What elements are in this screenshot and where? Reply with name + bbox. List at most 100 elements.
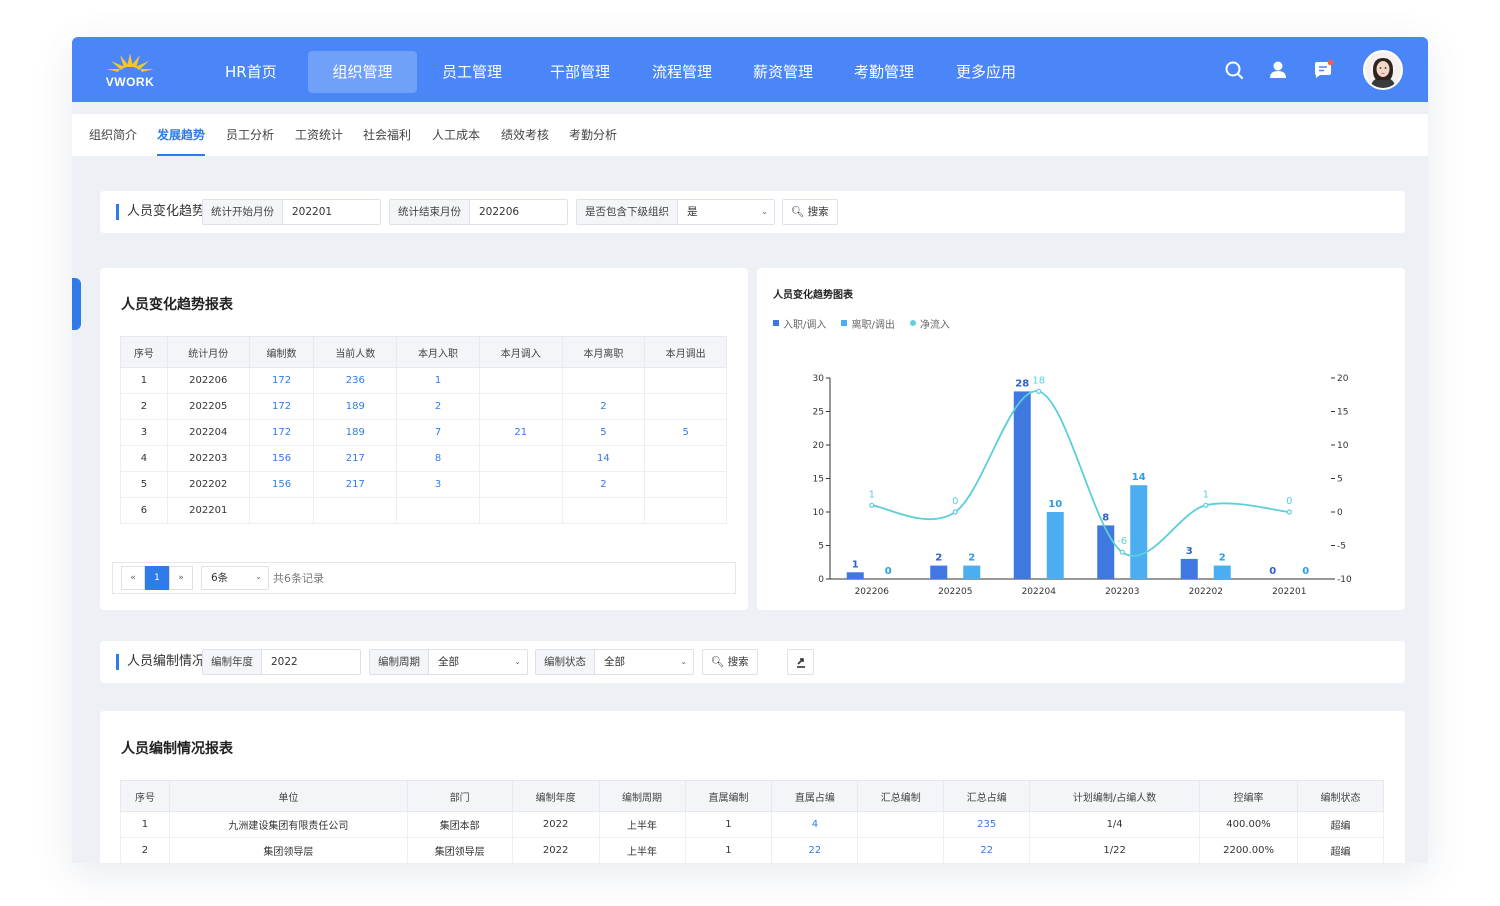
table-row[interactable]: 4 202203 156 217 8 14 bbox=[120, 445, 727, 472]
staffing-filter-bar: 人员编制情况 编制年度 2022 编制周期 全部 ⌄ 编制状态 全部 ⌄ 🔍︎ 搜索 bbox=[100, 641, 1405, 683]
table-cell[interactable]: 3 bbox=[396, 471, 480, 498]
subnav-item-labor-cost[interactable]: 人工成本 bbox=[432, 114, 480, 156]
staffing-status-select[interactable]: 编制状态 全部 ⌄ bbox=[535, 649, 694, 675]
nav-item-hr-home[interactable]: HR首页 bbox=[211, 51, 291, 93]
table-cell[interactable]: 2 bbox=[561, 471, 646, 498]
staffing-year-field[interactable]: 编制年度 2022 bbox=[202, 649, 361, 675]
bar-data-label: 28 bbox=[1015, 378, 1029, 389]
column-header: 编制状态 bbox=[1297, 780, 1384, 812]
user-icon[interactable] bbox=[1267, 59, 1289, 81]
table-cell[interactable]: 189 bbox=[313, 419, 398, 446]
include-sub-org-value[interactable]: 是 ⌄ bbox=[678, 200, 774, 224]
nav-item-org-management[interactable]: 组织管理 bbox=[308, 51, 417, 93]
table-cell[interactable]: 1 bbox=[396, 367, 480, 394]
start-month-value[interactable]: 202201 bbox=[283, 200, 380, 224]
staffing-report-table: 序号 单位 部门 编制年度 编制周期 直属编制 直属占编 汇总编制 汇总占编 计划编制/占编人数控… bbox=[120, 780, 1384, 863]
subnav-item-employee-analysis[interactable]: 员工分析 bbox=[226, 114, 274, 156]
table-cell[interactable]: 217 bbox=[313, 445, 398, 472]
subnav-item-org-intro[interactable]: 组织简介 bbox=[89, 114, 137, 156]
chevron-down-icon: ⌄ bbox=[680, 657, 687, 666]
table-cell[interactable]: 5 bbox=[561, 419, 646, 446]
table-cell: 1 bbox=[684, 811, 773, 838]
table-cell[interactable]: 156 bbox=[248, 445, 315, 472]
table-cell bbox=[644, 445, 727, 472]
pager-page-1[interactable]: 1 bbox=[145, 566, 169, 590]
table-cell[interactable]: 172 bbox=[248, 393, 315, 420]
column-header: 计划编制/占编人数 bbox=[1029, 780, 1201, 812]
pager-prev-button[interactable]: « bbox=[121, 566, 145, 590]
table-cell[interactable]: 5 bbox=[644, 419, 727, 446]
table-cell[interactable]: 189 bbox=[313, 393, 398, 420]
user-avatar[interactable] bbox=[1363, 50, 1403, 90]
end-month-value[interactable]: 202206 bbox=[470, 200, 567, 224]
nav-item-salary-management[interactable]: 薪资管理 bbox=[739, 51, 827, 93]
y2-tick-label: 20 bbox=[1337, 374, 1349, 384]
table-row[interactable]: 6 202201 bbox=[120, 497, 727, 524]
table-row[interactable]: 1 九洲建设集团有限责任公司 集团本部 2022 上半年 1 4 235 1/4 400.00% 超… bbox=[120, 811, 1384, 838]
bar bbox=[930, 565, 948, 579]
table-row[interactable]: 5 202202 156 217 3 2 bbox=[120, 471, 727, 498]
trend-search-button[interactable]: 🔍︎ 搜索 bbox=[782, 199, 838, 225]
include-sub-org-select[interactable]: 是否包含下级组织 是 ⌄ bbox=[576, 199, 775, 225]
net-inflow-line bbox=[871, 390, 1290, 557]
table-cell[interactable]: 172 bbox=[248, 367, 315, 394]
nav-item-cadre-management[interactable]: 干部管理 bbox=[536, 51, 624, 93]
staffing-search-button[interactable]: 🔍︎ 搜索 bbox=[702, 649, 758, 675]
staffing-period-select[interactable]: 编制周期 全部 ⌄ bbox=[369, 649, 528, 675]
subnav-item-social-welfare[interactable]: 社会福利 bbox=[363, 114, 411, 156]
table-cell[interactable]: 8 bbox=[396, 445, 480, 472]
nav-item-more-apps[interactable]: 更多应用 bbox=[942, 51, 1030, 93]
table-cell[interactable]: 7 bbox=[396, 419, 480, 446]
pager-next-button[interactable]: » bbox=[169, 566, 193, 590]
table-cell bbox=[644, 367, 727, 394]
bar-data-label: 3 bbox=[1186, 546, 1193, 557]
table-cell bbox=[396, 497, 480, 524]
table-cell[interactable]: 2 bbox=[561, 393, 646, 420]
table-cell: 超编 bbox=[1297, 811, 1384, 838]
subnav-item-salary-stats[interactable]: 工资统计 bbox=[295, 114, 343, 156]
page-size-value[interactable]: 6条 ⌄ bbox=[202, 567, 268, 589]
table-cell[interactable]: 22 bbox=[771, 837, 859, 863]
staffing-status-value[interactable]: 全部 ⌄ bbox=[595, 650, 693, 674]
column-header: 控编率 bbox=[1199, 780, 1298, 812]
message-icon[interactable] bbox=[1312, 59, 1334, 81]
table-cell[interactable]: 156 bbox=[248, 471, 315, 498]
app-window: VWORK HR首页 组织管理 员工管理 干部管理 流程管理 薪资管理 考勤管理… bbox=[72, 37, 1428, 863]
table-cell bbox=[644, 471, 727, 498]
search-icon[interactable] bbox=[1223, 59, 1245, 81]
start-month-field[interactable]: 统计开始月份 202201 bbox=[202, 199, 381, 225]
subnav-item-attendance-analysis[interactable]: 考勤分析 bbox=[569, 114, 617, 156]
table-cell[interactable]: 235 bbox=[943, 811, 1031, 838]
table-cell bbox=[313, 497, 398, 524]
table-cell[interactable]: 22 bbox=[943, 837, 1031, 863]
staffing-period-value[interactable]: 全部 ⌄ bbox=[429, 650, 527, 674]
table-cell[interactable]: 236 bbox=[313, 367, 398, 394]
nav-item-employee-management[interactable]: 员工管理 bbox=[428, 51, 516, 93]
subnav-item-performance[interactable]: 绩效考核 bbox=[501, 114, 549, 156]
table-cell[interactable]: 4 bbox=[771, 811, 859, 838]
line-point bbox=[1036, 388, 1042, 395]
staffing-year-value[interactable]: 2022 bbox=[262, 650, 360, 674]
table-cell[interactable]: 21 bbox=[478, 419, 563, 446]
column-header: 当前人数 bbox=[313, 336, 398, 368]
table-cell[interactable]: 217 bbox=[313, 471, 398, 498]
table-cell: 超编 bbox=[1297, 837, 1384, 863]
table-cell[interactable]: 2 bbox=[396, 393, 480, 420]
vwork-logo[interactable]: VWORK bbox=[100, 49, 160, 91]
table-cell bbox=[478, 393, 563, 420]
sidebar-toggle-handle[interactable] bbox=[72, 278, 81, 330]
table-row[interactable]: 2 集团领导层 集团领导层 2022 上半年 1 22 22 1/22 2200.00% 超编 bbox=[120, 837, 1384, 863]
nav-item-attendance-management[interactable]: 考勤管理 bbox=[840, 51, 928, 93]
table-cell[interactable]: 172 bbox=[248, 419, 315, 446]
export-button[interactable] bbox=[787, 649, 814, 675]
table-row[interactable]: 2 202205 172 189 2 2 bbox=[120, 393, 727, 420]
table-cell[interactable]: 14 bbox=[561, 445, 646, 472]
subnav-item-development-trend[interactable]: 发展趋势 bbox=[157, 114, 206, 156]
line-point bbox=[1203, 502, 1209, 508]
nav-item-process-management[interactable]: 流程管理 bbox=[638, 51, 726, 93]
staffing-year-label: 编制年度 bbox=[203, 650, 262, 674]
table-row[interactable]: 3 202204 172 189 7 21 5 5 bbox=[120, 419, 727, 446]
page-size-select[interactable]: 6条 ⌄ bbox=[201, 566, 269, 590]
table-row[interactable]: 1 202206 172 236 1 bbox=[120, 367, 727, 394]
end-month-field[interactable]: 统计结束月份 202206 bbox=[389, 199, 568, 225]
